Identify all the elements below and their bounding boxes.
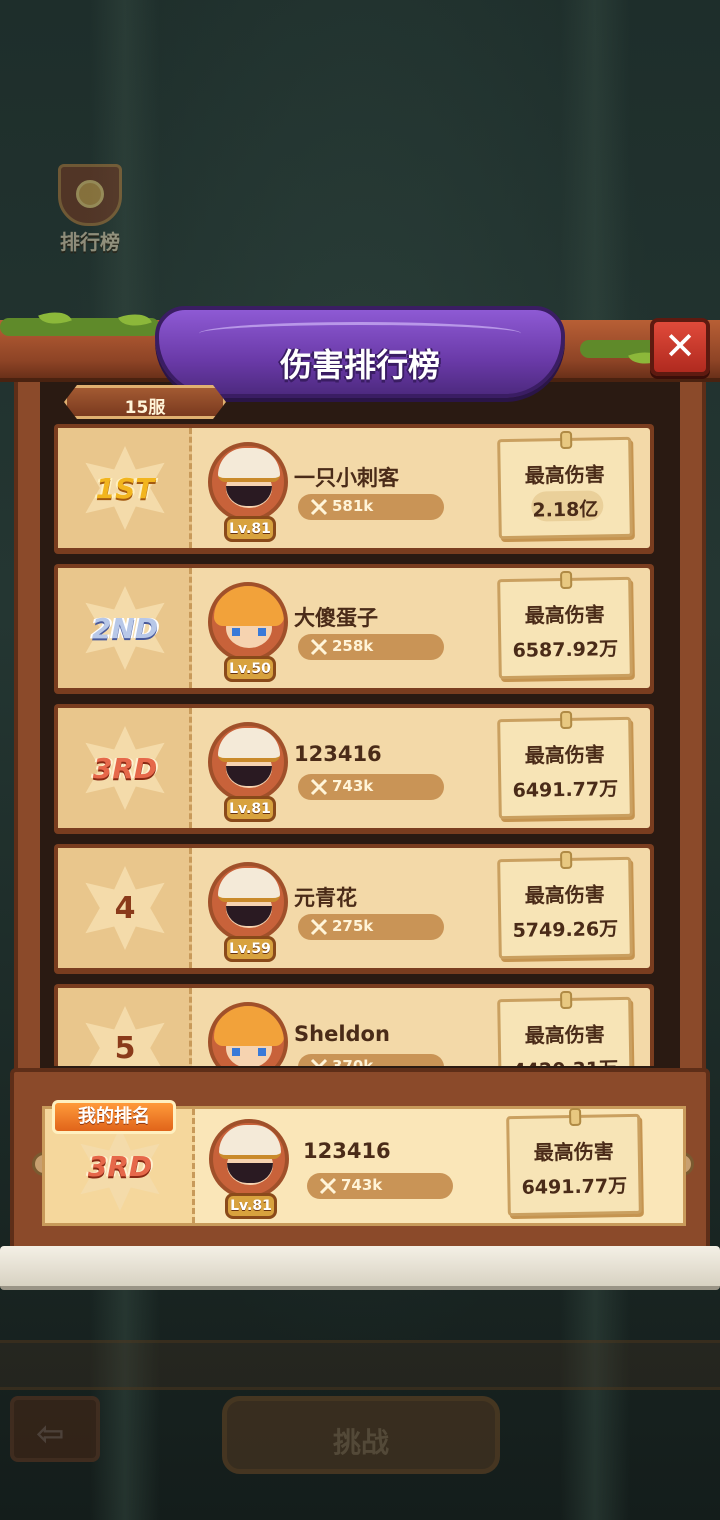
score-value: 5749.26万 [512,918,619,942]
my-score-label: 最高伤害 [533,1139,614,1165]
player-name: 一只小刺客 [294,466,399,490]
pin-icon [560,570,573,590]
crossed-swords-icon [310,638,328,656]
level-badge: Lv.81 [224,796,276,822]
ranking-row[interactable]: 2ND Lv.50 大傻蛋子 258k 最高伤害 6587.92万 [54,564,654,694]
level-badge: Lv.81 [224,516,276,542]
score-value: 6587.92万 [512,638,619,662]
my-avatar[interactable] [209,1119,289,1199]
power-value: 581k [332,497,374,515]
score-label: 最高伤害 [524,1022,605,1048]
my-power-value: 743k [341,1176,383,1194]
leaderboard-shortcut-label: 排行榜 [60,230,120,254]
rank-label: 3RD [92,751,158,785]
player-name: 123416 [294,742,382,766]
rank-label: 4 [114,890,136,926]
my-score-value: 6491.77万 [521,1175,628,1199]
ranking-list[interactable]: 1ST Lv.81 一只小刺客 581k 最高伤害 2.18亿 2ND Lv.5… [54,424,654,1066]
score-value: 4420.31万 [501,1054,629,1066]
player-name: Sheldon [294,1022,390,1046]
ranking-row[interactable]: 5 Sheldon 370k 最高伤害 4420.31万 [54,984,654,1066]
power-bar: 743k [298,774,444,800]
score-note: 最高伤害 6491.77万 [497,710,633,820]
panel-title: 伤害排行榜 [279,346,440,384]
crossed-swords-icon [319,1177,337,1195]
medal-icon [76,180,104,208]
my-level-badge: Lv.81 [225,1193,277,1219]
ranking-row[interactable]: 3RD Lv.81 123416 743k 最高伤害 6491.77万 [54,704,654,834]
my-rank-tag: 我的排名 [52,1100,176,1134]
score-label: 最高伤害 [524,742,605,768]
avatar[interactable] [208,582,288,662]
challenge-label: 挑战 [332,1426,389,1459]
close-icon: ✕ [664,324,696,368]
my-score-note: 最高伤害 6491.77万 [506,1107,642,1217]
score-note: 最高伤害 2.18亿 [497,430,633,540]
my-rank-panel: 3RD Lv.81 123416 743k 最高伤害 6491.77万 [10,1068,710,1258]
crossed-swords-icon [310,498,328,516]
close-button[interactable]: ✕ [650,318,710,376]
rank-label: 2ND [91,611,159,645]
rank-label: 1ST [95,471,155,505]
my-power-bar: 743k [307,1173,453,1199]
challenge-button[interactable]: 挑战 [222,1396,500,1474]
server-tag: 15服 [64,385,226,419]
player-name: 大傻蛋子 [294,606,378,630]
server-label: 15服 [124,398,166,418]
bottom-shelf [0,1246,720,1290]
player-name: 元青花 [294,886,357,910]
power-value: 743k [332,777,374,795]
pin-icon [560,850,573,870]
power-bar: 275k [298,914,444,940]
title-ribbon: 伤害排行榜 [155,306,565,398]
back-button[interactable]: ⇦ [10,1396,100,1462]
score-note: 最高伤害 4420.31万 [497,990,633,1066]
level-badge: Lv.59 [224,936,276,962]
pin-icon [560,430,573,450]
avatar[interactable] [208,442,288,522]
pin-icon [569,1107,582,1127]
power-bar: 370k [298,1054,444,1066]
score-value: 2.18亿 [532,498,599,522]
my-player-name: 123416 [303,1139,391,1163]
score-note: 最高伤害 5749.26万 [497,850,633,960]
power-value: 370k [332,1057,374,1066]
back-arrow-icon: ⇦ [36,1414,65,1454]
pin-icon [560,990,573,1010]
score-value: 6491.77万 [512,778,619,802]
score-label: 最高伤害 [524,882,605,908]
bottom-wood-beam [0,1340,720,1390]
level-badge: Lv.50 [224,656,276,682]
pin-icon [560,710,573,730]
score-label: 最高伤害 [524,602,605,628]
power-bar: 581k [298,494,444,520]
ranking-row[interactable]: 4 Lv.59 元青花 275k 最高伤害 5749.26万 [54,844,654,974]
power-value: 275k [332,917,374,935]
score-label: 最高伤害 [524,462,605,488]
leaderboard-shortcut-button[interactable]: 排行榜 [50,160,130,255]
avatar[interactable] [208,722,288,802]
power-bar: 258k [298,634,444,660]
crossed-swords-icon [310,778,328,796]
score-note: 最高伤害 6587.92万 [497,570,633,680]
power-value: 258k [332,637,374,655]
crossed-swords-icon [310,918,328,936]
rank-label: 5 [114,1030,136,1066]
avatar[interactable] [208,1002,288,1066]
ranking-row[interactable]: 1ST Lv.81 一只小刺客 581k 最高伤害 2.18亿 [54,424,654,554]
crossed-swords-icon [310,1058,328,1066]
avatar[interactable] [208,862,288,942]
